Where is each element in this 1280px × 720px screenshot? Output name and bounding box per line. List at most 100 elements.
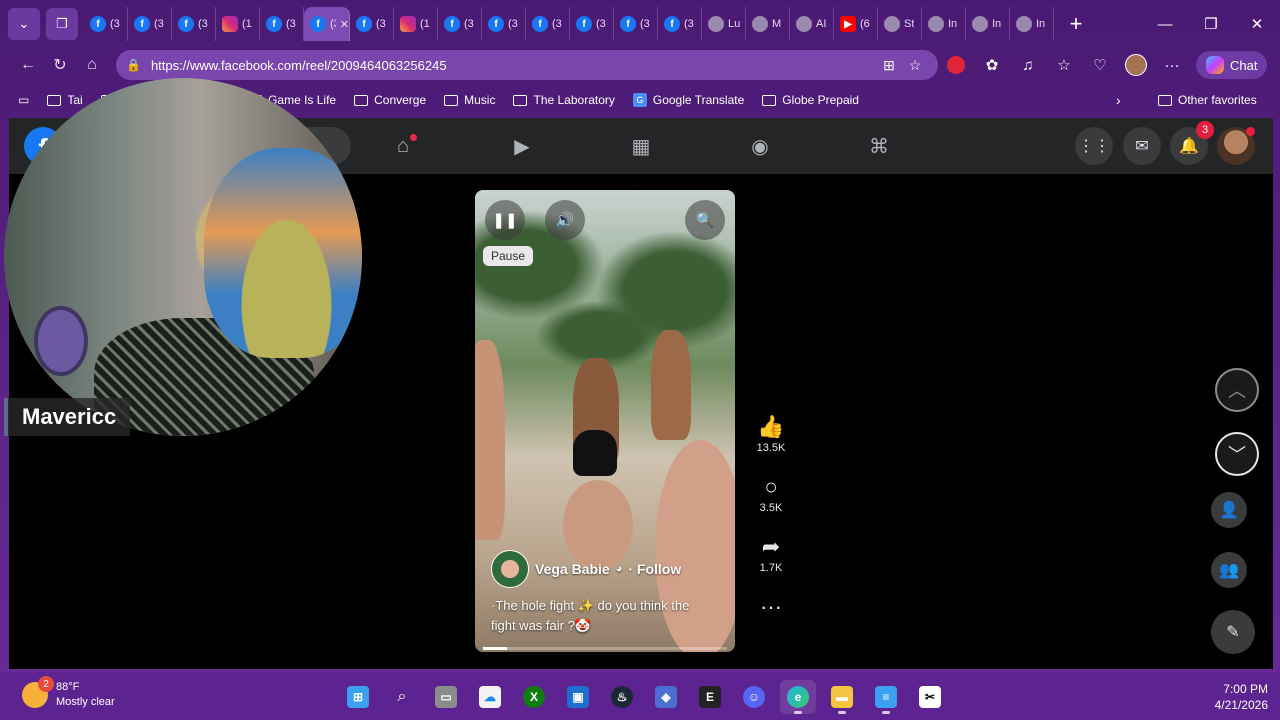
gaming-nav-icon[interactable]: ⌘ [863, 130, 895, 162]
close-tab-icon[interactable]: ✕ [340, 18, 349, 31]
browser-tab[interactable]: ▶ (6 [834, 7, 878, 41]
favorite-star-icon[interactable]: ☆ [902, 57, 928, 74]
app-available-icon[interactable]: ⊞ [876, 57, 902, 74]
follow-link[interactable]: · Follow [628, 561, 681, 577]
other-favorites-label: Other favorites [1178, 93, 1257, 107]
capcut-icon[interactable]: ✂ [912, 680, 948, 714]
other-favorites-folder[interactable]: Other favorites [1158, 93, 1257, 107]
favorite-item[interactable]: Tai [47, 93, 83, 107]
discord-icon[interactable]: ☺ [736, 680, 772, 714]
browser-tab[interactable]: f (3 [526, 7, 570, 41]
browser-tab[interactable]: f (3 [128, 7, 172, 41]
home-button[interactable]: ⌂ [76, 50, 108, 80]
browser-tab[interactable]: f (3 [260, 7, 304, 41]
favorite-item[interactable]: Converge [354, 93, 426, 107]
browser-tab[interactable]: In [922, 7, 966, 41]
file-explorer-icon[interactable]: ▬ [824, 680, 860, 714]
favorite-label: Google Translate [652, 93, 745, 107]
messenger-button[interactable]: ✉ [1123, 127, 1161, 165]
more-menu-icon[interactable]: ··· [1154, 50, 1190, 80]
edge-icon[interactable]: e [780, 680, 816, 714]
like-button[interactable]: 👍 13.5K [757, 414, 786, 454]
refresh-button[interactable]: ↻ [44, 50, 76, 80]
browser-tab[interactable]: f (3 [438, 7, 482, 41]
collections-icon[interactable]: ▭ [18, 93, 29, 107]
browser-tab[interactable]: In [1010, 7, 1054, 41]
favorite-label: Converge [374, 93, 427, 107]
launcher-icon[interactable]: ◈ [648, 680, 684, 714]
favorite-item[interactable]: The Laboratory [513, 93, 615, 107]
comment-button[interactable]: ○ 3.5K [760, 474, 783, 514]
workspaces-button[interactable]: ❐ [46, 8, 78, 40]
adblock-extension-icon[interactable] [938, 50, 974, 80]
profile-avatar[interactable] [1118, 50, 1154, 80]
home-nav-icon[interactable]: ⌂ [387, 130, 419, 162]
address-bar[interactable]: 🔒 https://www.facebook.com/reel/20094640… [116, 50, 938, 80]
new-message-button[interactable]: ✎ [1211, 610, 1255, 654]
system-clock[interactable]: 7:00 PM 4/21/2026 [1215, 681, 1268, 713]
browser-tab[interactable]: f (3 [350, 7, 394, 41]
account-avatar[interactable] [1217, 127, 1255, 165]
facebook-icon: f [532, 16, 548, 32]
xbox-icon[interactable]: X [516, 680, 552, 714]
pause-button[interactable]: ❚❚ [485, 200, 525, 240]
browser-essentials-icon[interactable]: ♡ [1082, 50, 1118, 80]
app-icon [752, 16, 768, 32]
video-progress-bar[interactable] [483, 647, 727, 650]
media-control-icon[interactable]: ♫ [1010, 50, 1046, 80]
browser-tab[interactable]: AI [790, 7, 834, 41]
marketplace-nav-icon[interactable]: ▦ [625, 130, 657, 162]
author-avatar[interactable] [491, 550, 529, 588]
browser-tab[interactable]: (1 [394, 7, 438, 41]
browser-tab[interactable]: M [746, 7, 790, 41]
browser-tab[interactable]: St [878, 7, 922, 41]
author-name[interactable]: Vega Babie [535, 561, 610, 577]
browser-tab[interactable]: f (3 ✕ [304, 7, 350, 41]
more-options-button[interactable]: ··· [760, 594, 782, 620]
favorite-item[interactable]: Music [444, 93, 495, 107]
copilot-chat-button[interactable]: Chat [1196, 51, 1268, 79]
groups-nav-icon[interactable]: ◉ [744, 130, 776, 162]
microsoft-store-icon[interactable]: ▣ [560, 680, 596, 714]
volume-button[interactable]: 🔊 [545, 200, 585, 240]
browser-tab[interactable]: f (3 [84, 7, 128, 41]
extensions-icon[interactable]: ✿ [974, 50, 1010, 80]
browser-tab[interactable]: f (3 [614, 7, 658, 41]
previous-reel-button[interactable]: ︿ [1215, 368, 1259, 412]
search-button[interactable]: 🔍 [685, 200, 725, 240]
browser-tab[interactable]: (1 [216, 7, 260, 41]
browser-tab[interactable]: f (3 [570, 7, 614, 41]
notepad-icon[interactable]: ≡ [868, 680, 904, 714]
contact-avatar[interactable]: 👤 [1211, 492, 1247, 528]
menu-grid-button[interactable]: ⋮⋮ [1075, 127, 1113, 165]
group-chat-icon[interactable]: 👥 [1211, 552, 1247, 588]
steam-icon[interactable]: ♨ [604, 680, 640, 714]
epic-games-icon[interactable]: E [692, 680, 728, 714]
browser-tab[interactable]: f (3 [658, 7, 702, 41]
start-button[interactable]: ⊞ [340, 680, 376, 714]
favorites-overflow-chevron-icon[interactable]: › [1116, 92, 1121, 108]
back-button[interactable]: ← [12, 50, 44, 80]
new-tab-button[interactable]: + [1062, 10, 1090, 38]
close-window-button[interactable]: ✕ [1234, 0, 1280, 48]
browser-tab[interactable]: f (3 [482, 7, 526, 41]
search-taskbar-icon[interactable]: ⌕ [384, 680, 420, 714]
video-nav-icon[interactable]: ▶ [506, 130, 538, 162]
restore-button[interactable]: ❐ [1188, 0, 1234, 48]
reel-caption[interactable]: ·The hole fight ✨ do you think the fight… [491, 596, 711, 636]
share-button[interactable]: ➦ 1.7K [760, 534, 783, 574]
favorite-item[interactable]: Globe Prepaid [762, 93, 859, 107]
favorite-item[interactable]: G Google Translate [632, 93, 745, 107]
weather-widget[interactable]: 2 88°F Mostly clear [22, 676, 115, 710]
notifications-button[interactable]: 🔔 3 [1170, 121, 1214, 165]
favorites-icon[interactable]: ☆ [1046, 50, 1082, 80]
onedrive-icon[interactable]: ☁ [472, 680, 508, 714]
browser-tab[interactable]: In [966, 7, 1010, 41]
browser-tab[interactable]: f (3 [172, 7, 216, 41]
task-view-icon[interactable]: ▭ [428, 680, 464, 714]
tab-actions-menu-button[interactable]: ⌄ [8, 8, 40, 40]
reel-video[interactable]: ❚❚ Pause 🔊 🔍 Vega Babie ◕ · Follow ·The … [475, 190, 735, 652]
browser-tab[interactable]: Lu [702, 7, 746, 41]
minimize-button[interactable]: — [1142, 0, 1188, 48]
next-reel-button[interactable]: ﹀ [1215, 432, 1259, 476]
